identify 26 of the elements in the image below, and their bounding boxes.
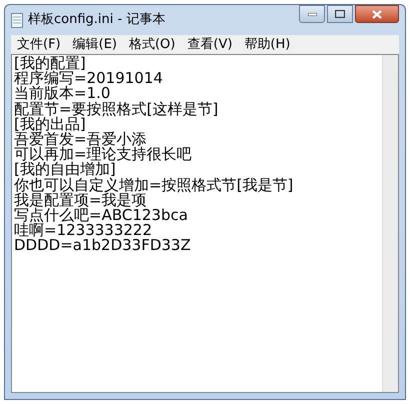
menu-item[interactable]: 帮助(H) — [240, 34, 294, 54]
text-line: 你也可以自定义增加=按照格式节[我是节] — [14, 178, 294, 193]
text-line: 程序编写=20191014 — [14, 71, 164, 86]
text-line: 哇啊=1233333222 — [14, 223, 152, 238]
window-title: 样板config.ini - 记事本 — [28, 11, 166, 30]
text-line: [我的出品] — [14, 116, 86, 132]
text-line: 当前版本=1.0 — [14, 86, 110, 102]
text-line: 写点什么吧=ABC123bca — [14, 208, 189, 224]
minimize-icon — [308, 12, 316, 16]
text-line: DDDD=a1b2D33FD33Z — [14, 238, 192, 254]
menu-item[interactable]: 文件(F) — [13, 34, 65, 54]
text-line: [我的配置] — [14, 56, 86, 72]
text-line: 吾爱首发=吾爱小添 — [14, 132, 147, 148]
text-line: [我的自由增加] — [14, 162, 116, 178]
menu-item[interactable]: 格式(O) — [124, 34, 180, 54]
menu-item[interactable]: 编辑(E) — [68, 34, 121, 54]
menu-item[interactable]: 查看(V) — [183, 34, 236, 54]
minimize-button[interactable] — [299, 5, 325, 23]
close-button[interactable] — [355, 5, 399, 23]
close-icon — [372, 10, 382, 18]
maximize-icon — [335, 10, 345, 18]
maximize-button[interactable] — [327, 5, 353, 23]
text-line: 配置节=要按照格式[这样是节] — [14, 102, 220, 117]
notepad-icon — [11, 12, 23, 28]
text-line: 可以再加=理论支持很长吧 — [14, 147, 193, 162]
text-line: 我是配置项=我是项 — [14, 192, 147, 208]
